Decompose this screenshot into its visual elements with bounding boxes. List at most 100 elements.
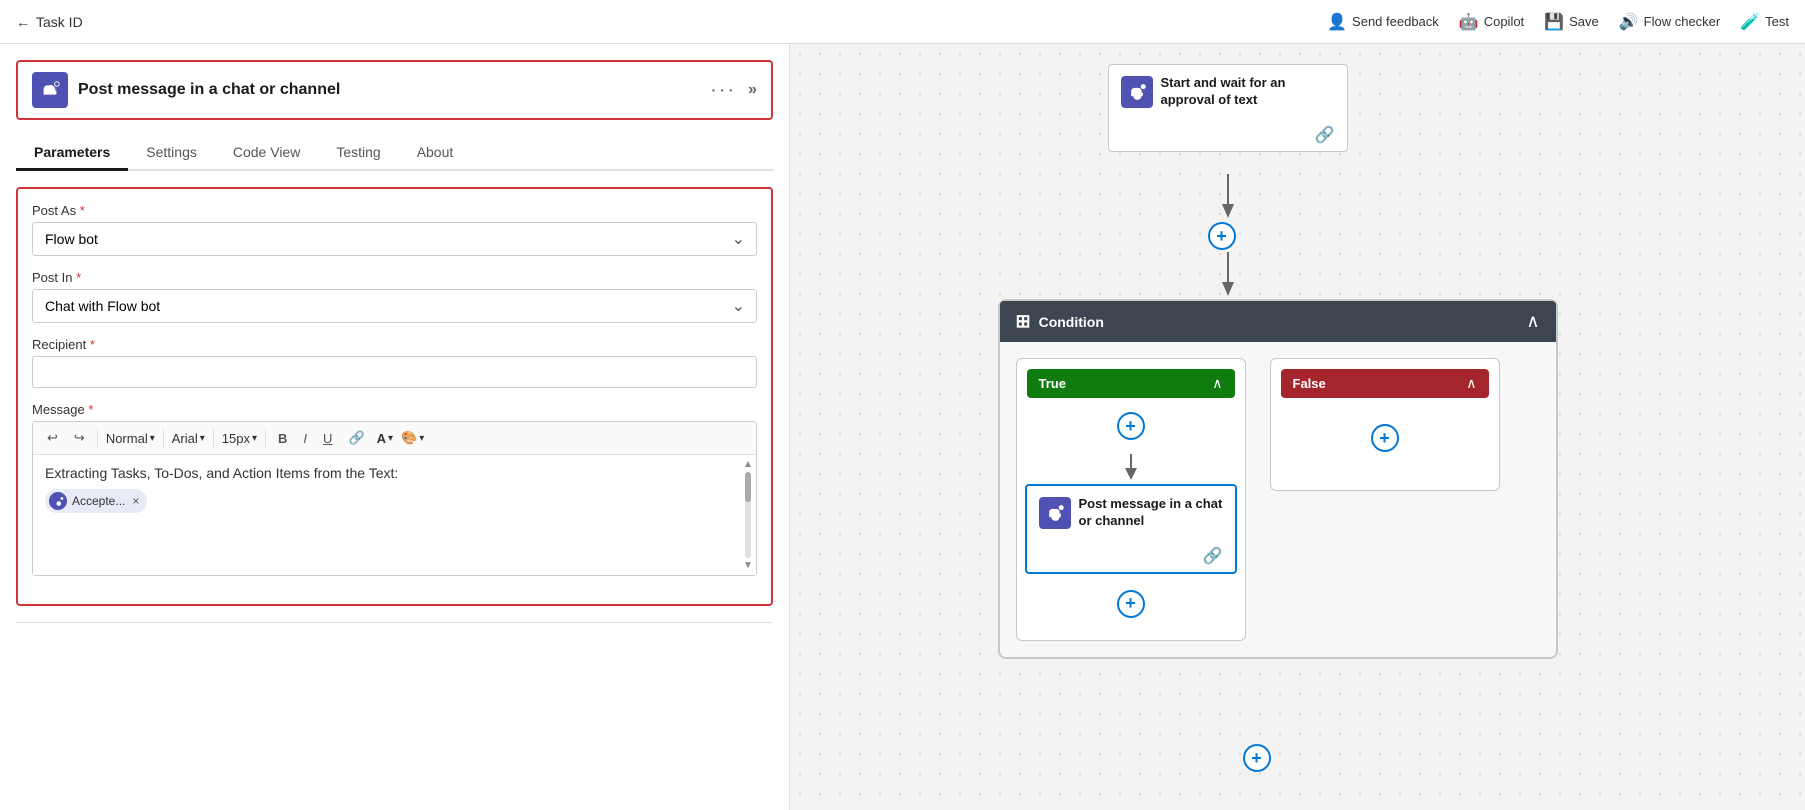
topbar-title: Task ID (36, 14, 83, 30)
message-editor: ↩ ↪ Normal ▾ Arial ▾ (32, 421, 757, 576)
scroll-down[interactable]: ▼ (743, 560, 753, 571)
approval-link-icon: 🔗 (1315, 125, 1335, 145)
plus-button-bottom[interactable]: + (1243, 744, 1271, 772)
back-button[interactable]: ← Task ID (16, 14, 83, 30)
bold-button[interactable]: B (274, 429, 291, 448)
editor-body[interactable]: Extracting Tasks, To-Dos, and Action Ite… (33, 455, 756, 575)
post-as-required: * (80, 203, 85, 218)
flow-checker-icon: 🔊 (1619, 12, 1639, 32)
condition-collapse-button[interactable]: ∧ (1526, 311, 1539, 332)
highlight-caret: ▾ (419, 433, 424, 444)
size-caret: ▾ (252, 433, 257, 444)
false-plus-wrapper: + (1271, 418, 1499, 458)
copilot-button[interactable]: 🤖 Copilot (1459, 12, 1524, 32)
save-button[interactable]: 💾 Save (1544, 12, 1599, 32)
redo-button[interactable]: ↪ (70, 428, 89, 448)
tab-parameters[interactable]: Parameters (16, 136, 128, 171)
false-collapse-button[interactable]: ∧ (1466, 375, 1476, 392)
true-plus-button[interactable]: + (1117, 412, 1145, 440)
post-message-node-title: Post message in a chat or channel (1079, 496, 1223, 530)
approval-node-header: Start and wait for an approval of text (1109, 65, 1347, 119)
false-plus-button[interactable]: + (1371, 424, 1399, 452)
token-chip: Accepte... × (45, 489, 147, 513)
post-as-select[interactable]: Flow bot (32, 222, 757, 256)
format-style-dropdown[interactable]: Normal ▾ (106, 431, 155, 446)
toolbar-sep-1 (97, 429, 98, 447)
recipient-label: Recipient * (32, 337, 757, 352)
condition-container: ⊞ Condition ∧ True ∧ (998, 299, 1558, 659)
message-required: * (88, 402, 93, 417)
copilot-icon: 🤖 (1459, 12, 1479, 32)
more-options-button[interactable]: ··· (710, 79, 736, 102)
scroll-up[interactable]: ▲ (743, 459, 753, 470)
italic-button[interactable]: I (299, 429, 311, 448)
editor-scrollbar[interactable]: ▲ ▼ (742, 455, 754, 575)
flow-checker-button[interactable]: 🔊 Flow checker (1619, 12, 1721, 32)
action-header-left: Post message in a chat or channel (32, 72, 340, 108)
underline-button[interactable]: U (319, 429, 336, 448)
connector-1 (1218, 174, 1238, 224)
tab-code-view[interactable]: Code View (215, 136, 318, 171)
post-in-select[interactable]: Chat with Flow bot (32, 289, 757, 323)
left-panel: Post message in a chat or channel ··· » … (0, 44, 790, 810)
scroll-track (745, 472, 751, 558)
editor-content-text: Extracting Tasks, To-Dos, and Action Ite… (45, 465, 744, 481)
font-size-dropdown[interactable]: 15px ▾ (222, 431, 257, 446)
false-branch-header: False ∧ (1281, 369, 1489, 398)
approval-node-footer: 🔗 (1109, 119, 1347, 151)
post-as-label: Post As * (32, 203, 757, 218)
true-plus-wrapper: + (1017, 406, 1245, 446)
feedback-icon: 👤 (1327, 12, 1347, 32)
condition-branches: True ∧ + (1000, 342, 1556, 657)
token-remove-button[interactable]: × (132, 494, 139, 508)
approval-node-title: Start and wait for an approval of text (1161, 75, 1335, 109)
condition-label: Condition (1039, 314, 1104, 330)
undo-button[interactable]: ↩ (43, 428, 62, 448)
condition-header: ⊞ Condition ∧ (1000, 301, 1556, 342)
collapse-button[interactable]: » (748, 81, 757, 99)
form-section: Post As * Flow bot Post In * Chat w (16, 187, 773, 606)
true-collapse-button[interactable]: ∧ (1212, 375, 1222, 392)
teams-icon-box (32, 72, 68, 108)
tabs: Parameters Settings Code View Testing Ab… (16, 136, 773, 171)
link-button[interactable]: 🔗 (344, 428, 368, 448)
action-header-right: ··· » (710, 79, 757, 102)
token-label: Accepte... (72, 494, 125, 508)
false-branch: False ∧ + (1270, 358, 1500, 491)
approval-icon (1127, 82, 1147, 102)
font-color-dropdown[interactable]: A ▾ (377, 431, 393, 446)
tab-testing[interactable]: Testing (318, 136, 398, 171)
highlight-dropdown[interactable]: 🎨 ▾ (401, 430, 424, 446)
font-family-dropdown[interactable]: Arial ▾ (172, 431, 205, 446)
tab-about[interactable]: About (399, 136, 472, 171)
tab-settings[interactable]: Settings (128, 136, 215, 171)
editor-toolbar: ↩ ↪ Normal ▾ Arial ▾ (33, 422, 756, 455)
true-branch: True ∧ + (1016, 358, 1246, 641)
post-in-required: * (76, 270, 81, 285)
post-message-icon-box (1039, 497, 1071, 529)
right-panel: Start and wait for an approval of text 🔗… (790, 44, 1805, 810)
format-caret: ▾ (150, 433, 155, 444)
action-title: Post message in a chat or channel (78, 81, 340, 99)
recipient-input[interactable] (32, 356, 757, 388)
connector-2 (1218, 252, 1238, 302)
scroll-thumb (745, 472, 751, 502)
toolbar-sep-2 (163, 429, 164, 447)
send-feedback-button[interactable]: 👤 Send feedback (1327, 12, 1439, 32)
plus-button-1[interactable]: + (1208, 222, 1236, 250)
post-message-link-icon: 🔗 (1203, 546, 1223, 566)
true-plus-below-button[interactable]: + (1117, 590, 1145, 618)
post-as-field-group: Post As * Flow bot (32, 203, 757, 256)
approval-node: Start and wait for an approval of text 🔗 (1108, 64, 1348, 152)
true-label: True (1039, 376, 1066, 391)
post-as-select-wrapper: Flow bot (32, 222, 757, 256)
post-message-node-footer: 🔗 (1027, 540, 1235, 572)
test-button[interactable]: 🧪 Test (1740, 12, 1789, 32)
test-icon: 🧪 (1740, 12, 1760, 32)
message-label: Message * (32, 402, 757, 417)
main-layout: Post message in a chat or channel ··· » … (0, 44, 1805, 810)
true-connector (1121, 454, 1141, 484)
post-message-icon (1045, 503, 1065, 523)
token-icon (49, 492, 67, 510)
save-icon: 💾 (1544, 12, 1564, 32)
